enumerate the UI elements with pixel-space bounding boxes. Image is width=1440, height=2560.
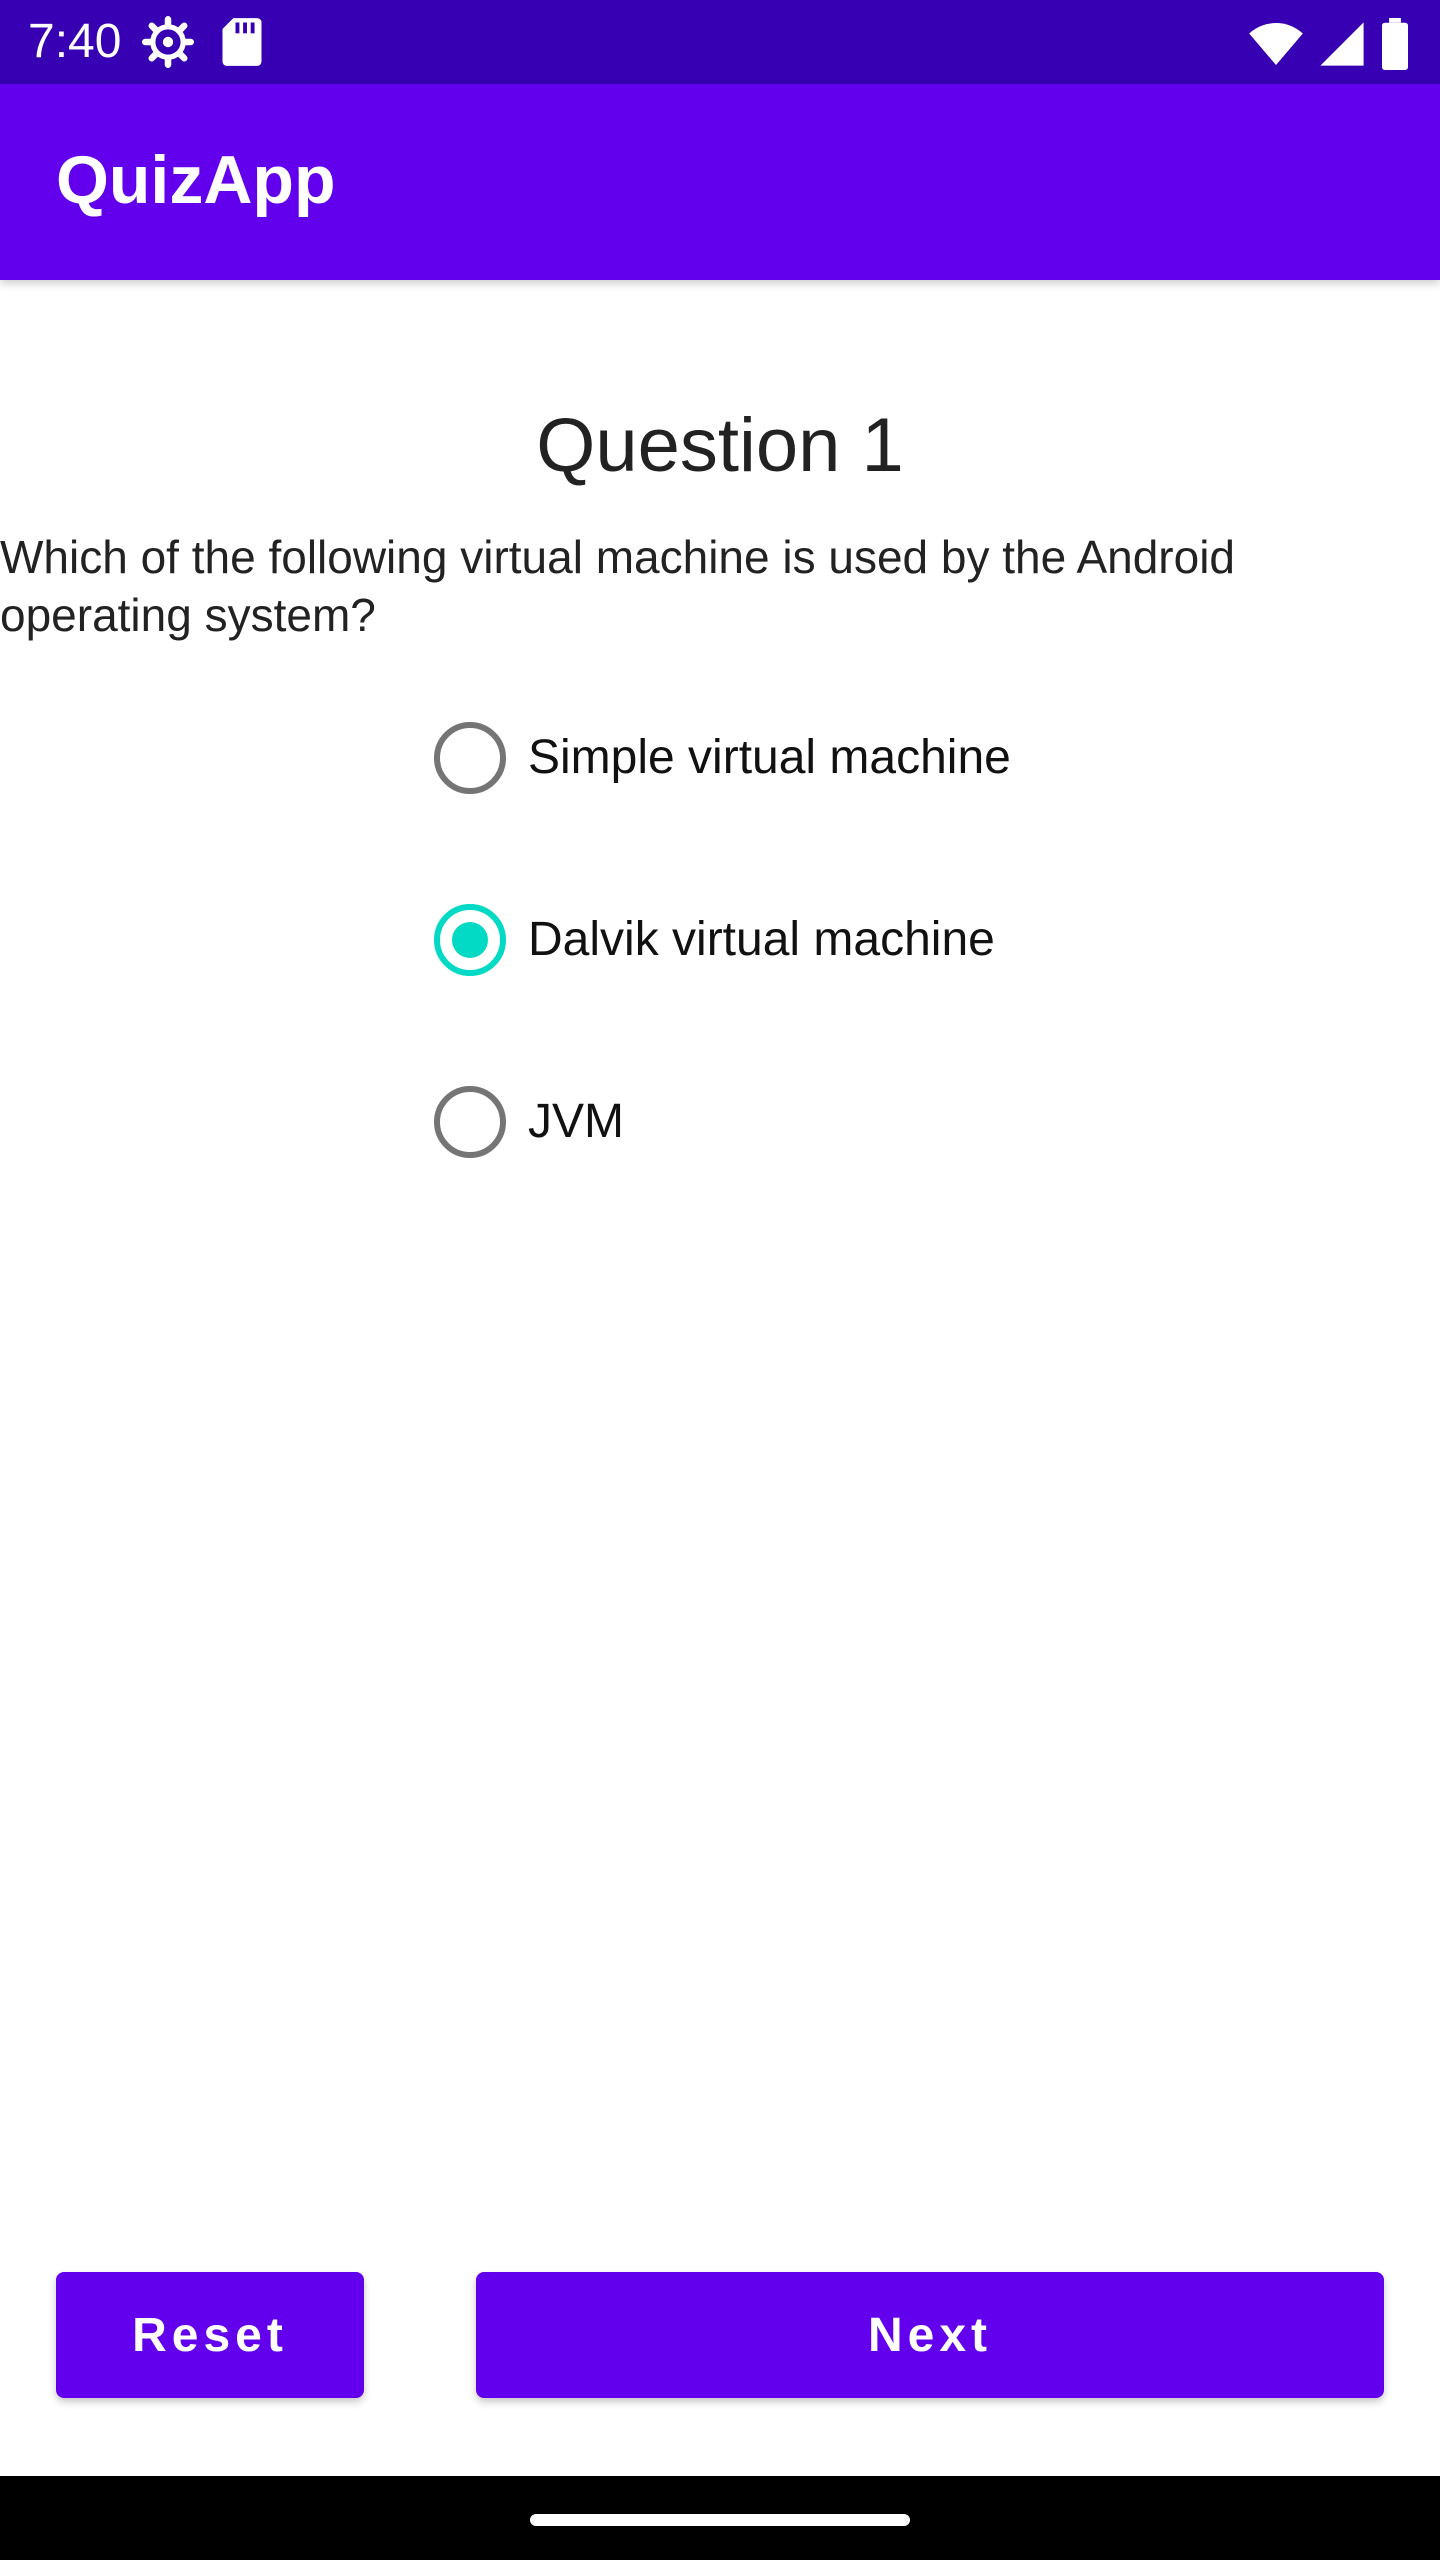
status-time: 7:40 bbox=[28, 15, 122, 68]
question-title: Question 1 bbox=[536, 403, 904, 488]
reset-button[interactable]: Reset bbox=[56, 2272, 364, 2398]
answer-option-dalvik-vm[interactable]: Dalvik virtual machine bbox=[434, 894, 1334, 1076]
answer-radio-group: Simple virtual machine Dalvik virtual ma… bbox=[434, 712, 1334, 1258]
answer-option-simple-vm[interactable]: Simple virtual machine bbox=[434, 712, 1334, 894]
answer-option-label[interactable]: JVM bbox=[528, 1076, 624, 1168]
answer-option-jvm[interactable]: JVM bbox=[434, 1076, 1334, 1258]
next-button[interactable]: Next bbox=[476, 2272, 1384, 2398]
battery-icon bbox=[1380, 18, 1410, 75]
question-text: Which of the following virtual machine i… bbox=[0, 531, 1235, 641]
settings-gear-icon bbox=[142, 16, 194, 73]
answer-option-label[interactable]: Dalvik virtual machine bbox=[528, 894, 995, 986]
radio-button-unchecked[interactable] bbox=[434, 1086, 506, 1158]
app-title: QuizApp bbox=[56, 142, 336, 218]
app-bar: QuizApp bbox=[0, 84, 1440, 280]
status-bar: 7:40 bbox=[0, 0, 1440, 84]
sd-card-icon bbox=[220, 16, 264, 73]
radio-button-unchecked[interactable] bbox=[434, 722, 506, 794]
status-right-icons bbox=[1248, 18, 1410, 75]
navigation-bar bbox=[0, 2476, 1440, 2560]
answer-option-label[interactable]: Simple virtual machine bbox=[528, 712, 1011, 804]
home-indicator[interactable] bbox=[530, 2514, 910, 2526]
radio-button-checked[interactable] bbox=[434, 904, 506, 976]
radio-selected-dot bbox=[452, 922, 488, 958]
wifi-icon bbox=[1248, 20, 1304, 73]
status-left-icons bbox=[142, 16, 264, 73]
cellular-signal-icon bbox=[1318, 20, 1366, 73]
